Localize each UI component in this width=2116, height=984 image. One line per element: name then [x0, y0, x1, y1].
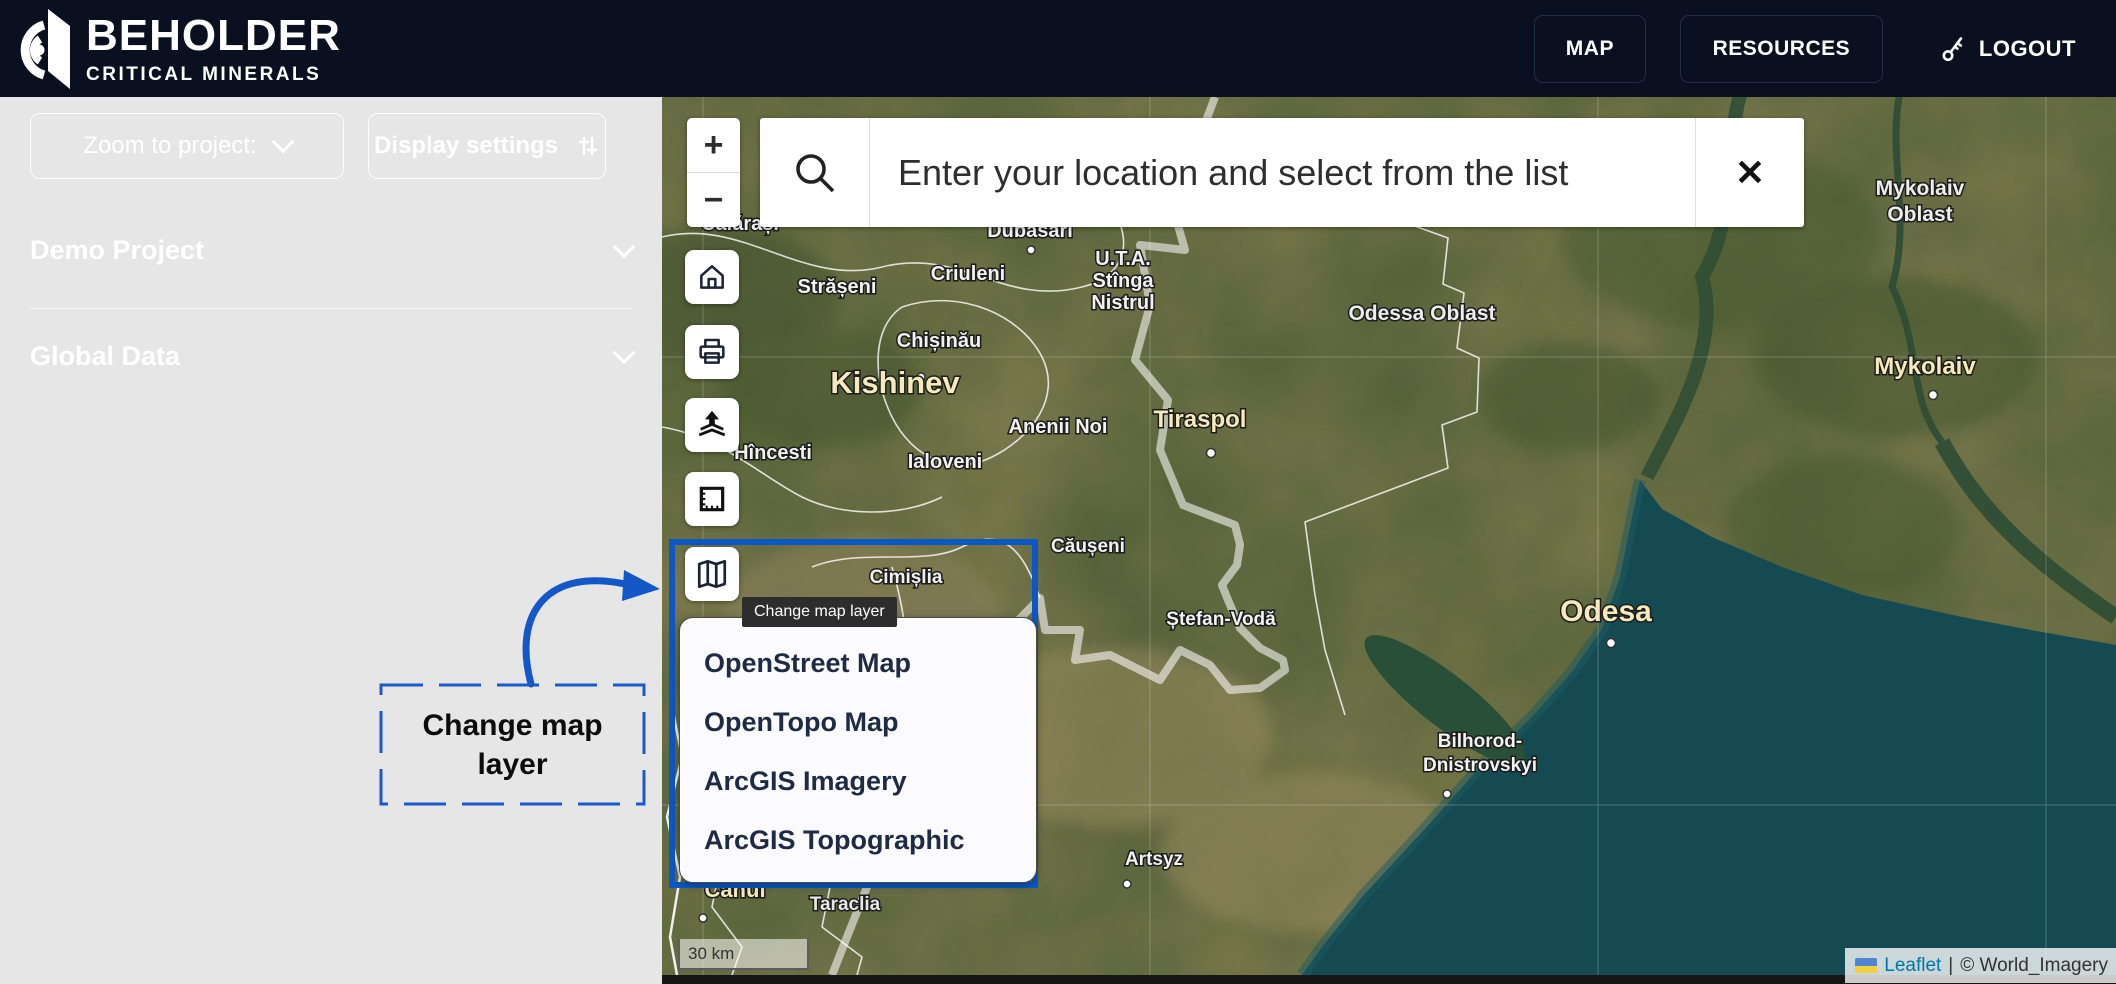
layer-menu: OpenStreet MapOpenTopo MapArcGIS Imagery…	[679, 617, 1037, 883]
layer-option[interactable]: OpenStreet Map	[704, 634, 1036, 693]
upload-icon	[695, 408, 729, 442]
display-settings-label: Display settings	[374, 132, 558, 160]
search-close-button[interactable]: ✕	[1695, 118, 1804, 227]
display-settings-button[interactable]: Display settings	[368, 113, 606, 179]
brand-name: BEHOLDER	[86, 14, 341, 58]
nav-map-button[interactable]: MAP	[1534, 15, 1646, 83]
zoom-in-button[interactable]: +	[687, 118, 740, 173]
beholder-eye-icon	[14, 9, 72, 89]
printer-icon	[696, 336, 728, 368]
chevron-down-icon	[271, 131, 294, 154]
map-scale-bar: 30 km	[678, 939, 809, 970]
zoom-to-project-label: Zoom to project:	[83, 132, 256, 160]
app-header: BEHOLDER CRITICAL MINERALS MAP RESOURCES…	[0, 0, 2116, 97]
app-window: CălărașiStrășeniCriuleniDubăsariU.T.A.St…	[0, 0, 2116, 984]
sidebar-section-demo-project[interactable]: Demo Project	[30, 235, 632, 266]
change-map-layer-button[interactable]	[685, 547, 739, 601]
sliders-icon	[576, 134, 600, 158]
attribution-copyright: © World_Imagery	[1960, 955, 2108, 977]
home-extent-button[interactable]	[685, 250, 739, 304]
zoom-control: + −	[687, 118, 740, 227]
chevron-down-icon	[613, 235, 636, 258]
sidebar: Zoom to project: Display settings Demo P…	[0, 97, 662, 984]
header-nav: MAP RESOURCES LOGOUT	[1534, 0, 2116, 97]
search-button[interactable]	[760, 118, 870, 227]
measure-button[interactable]	[685, 472, 739, 526]
layer-option[interactable]: ArcGIS Topographic	[704, 811, 1036, 870]
key-icon	[1939, 35, 1967, 63]
nav-resources-button[interactable]: RESOURCES	[1680, 15, 1883, 83]
sidebar-section-global-data[interactable]: Global Data	[30, 341, 632, 372]
layer-option[interactable]: OpenTopo Map	[704, 693, 1036, 752]
logout-button[interactable]: LOGOUT	[1939, 35, 2076, 63]
upload-data-button[interactable]	[685, 398, 739, 452]
brand-subtitle: CRITICAL MINERALS	[86, 65, 341, 84]
ruler-icon	[696, 483, 728, 515]
search-input[interactable]	[870, 118, 1695, 227]
annotation-label: Change map layer	[380, 684, 645, 805]
home-icon	[696, 261, 728, 293]
brand-logo: BEHOLDER CRITICAL MINERALS	[14, 9, 341, 89]
location-search-bar: ✕	[760, 118, 1804, 227]
print-map-button[interactable]	[685, 325, 739, 379]
search-icon	[791, 149, 839, 197]
demo-project-label: Demo Project	[30, 235, 204, 266]
logout-label: LOGOUT	[1979, 36, 2076, 62]
layer-tooltip: Change map layer	[742, 597, 897, 627]
ukraine-flag-icon	[1855, 958, 1877, 973]
map-attribution: Leaflet | © World_Imagery	[1845, 948, 2116, 983]
map-layers-icon	[695, 557, 729, 591]
zoom-to-project-dropdown[interactable]: Zoom to project:	[30, 113, 344, 179]
zoom-out-button[interactable]: −	[687, 173, 740, 227]
sidebar-divider	[30, 308, 632, 309]
chevron-down-icon	[613, 341, 636, 364]
global-data-label: Global Data	[30, 341, 180, 372]
leaflet-link[interactable]: Leaflet	[1884, 955, 1941, 977]
attribution-separator: |	[1948, 955, 1953, 977]
layer-option[interactable]: ArcGIS Imagery	[704, 752, 1036, 811]
